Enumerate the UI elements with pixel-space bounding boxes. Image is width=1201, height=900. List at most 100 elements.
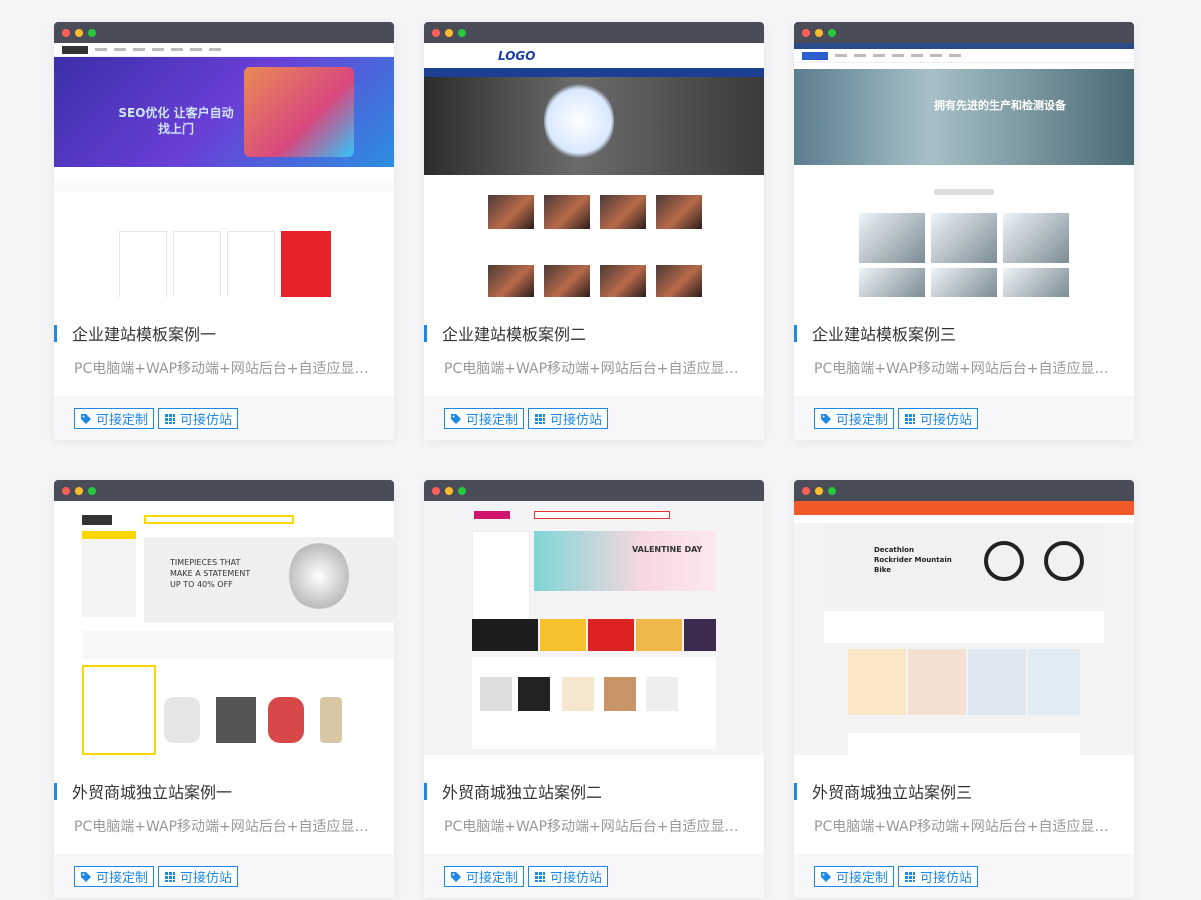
tag-label: 可接定制 [836, 413, 889, 428]
preview-headline: TIMEPIECES THAT MAKE A STATEMENT UP TO 4… [170, 558, 251, 589]
browser-bar [794, 22, 1134, 43]
minimize-dot-icon [445, 28, 453, 37]
title-accent-bar [794, 324, 797, 342]
grid-icon [164, 871, 176, 883]
close-dot-icon [62, 486, 70, 495]
maximize-dot-icon [828, 486, 836, 495]
preview-image[interactable]: LOGO [424, 43, 764, 297]
clone-tag-button[interactable]: 可接仿站 [158, 866, 239, 887]
close-dot-icon [802, 28, 810, 37]
clone-tag-button[interactable]: 可接仿站 [528, 866, 609, 887]
maximize-dot-icon [458, 486, 466, 495]
minimize-dot-icon [75, 486, 83, 495]
close-dot-icon [432, 28, 440, 37]
browser-bar [424, 22, 764, 43]
tag-label: 可接定制 [96, 413, 149, 428]
browser-bar [794, 480, 1134, 501]
maximize-dot-icon [88, 486, 96, 495]
case-title[interactable]: 企业建站模板案例二 [442, 321, 586, 345]
case-title[interactable]: 外贸商城独立站案例三 [812, 779, 972, 803]
case-card[interactable]: VALENTINE DAY 外贸商城独立站案例二 PC电脑端+WAP移动端+网站… [424, 480, 764, 898]
preview-image[interactable]: Decathlon Rockrider Mountain Bike [794, 501, 1134, 755]
custom-tag-button[interactable]: 可接定制 [814, 866, 895, 887]
preview-image[interactable]: TIMEPIECES THAT MAKE A STATEMENT UP TO 4… [54, 501, 394, 755]
title-accent-bar [54, 782, 57, 800]
tag-icon [820, 413, 832, 425]
preview-headline: 拥有先进的生产和检测设备 [934, 99, 1066, 112]
browser-bar [54, 480, 394, 501]
clone-tag-button[interactable]: 可接仿站 [898, 408, 979, 429]
tag-icon [80, 871, 92, 883]
close-dot-icon [432, 486, 440, 495]
minimize-dot-icon [815, 486, 823, 495]
tag-label: 可接仿站 [180, 871, 233, 886]
case-description: PC电脑端+WAP移动端+网站后台+自适应显示... [74, 819, 376, 835]
custom-tag-button[interactable]: 可接定制 [444, 408, 525, 429]
case-title[interactable]: 外贸商城独立站案例一 [72, 779, 232, 803]
preview-logo: LOGO [498, 49, 536, 63]
title-accent-bar [424, 782, 427, 800]
maximize-dot-icon [458, 28, 466, 37]
tag-strip: 可接定制 可接仿站 [794, 396, 1134, 440]
title-accent-bar [424, 324, 427, 342]
clone-tag-button[interactable]: 可接仿站 [528, 408, 609, 429]
browser-bar [424, 480, 764, 501]
tag-strip: 可接定制 可接仿站 [424, 854, 764, 898]
grid-icon [164, 413, 176, 425]
case-description: PC电脑端+WAP移动端+网站后台+自适应显示... [814, 361, 1116, 377]
close-dot-icon [802, 486, 810, 495]
tag-icon [450, 413, 462, 425]
tag-label: 可接定制 [466, 871, 519, 886]
tag-strip: 可接定制 可接仿站 [54, 396, 394, 440]
case-title[interactable]: 企业建站模板案例一 [72, 321, 216, 345]
tag-label: 可接仿站 [180, 413, 233, 428]
maximize-dot-icon [828, 28, 836, 37]
minimize-dot-icon [815, 28, 823, 37]
preview-headline: VALENTINE DAY [632, 545, 703, 554]
custom-tag-button[interactable]: 可接定制 [814, 408, 895, 429]
case-title[interactable]: 企业建站模板案例三 [812, 321, 956, 345]
browser-bar [54, 22, 394, 43]
preview-headline: Decathlon Rockrider Mountain Bike [874, 546, 952, 574]
case-card[interactable]: SEO优化 让客户自动找上门 企业建站模板案例一 PC电脑端+WAP移动端+网站… [54, 22, 394, 440]
minimize-dot-icon [75, 28, 83, 37]
close-dot-icon [62, 28, 70, 37]
title-accent-bar [54, 324, 57, 342]
minimize-dot-icon [445, 486, 453, 495]
case-card[interactable]: 拥有先进的生产和检测设备 企业建站模板案例三 PC电脑端+WAP移动端+网站后台… [794, 22, 1134, 440]
custom-tag-button[interactable]: 可接定制 [444, 866, 525, 887]
preview-headline: SEO优化 让客户自动找上门 [118, 106, 234, 136]
case-card[interactable]: LOGO 企业建站模板案例二 PC电脑端+WAP移动端+网站后台+自适应显示..… [424, 22, 764, 440]
custom-tag-button[interactable]: 可接定制 [74, 408, 155, 429]
tag-label: 可接仿站 [550, 413, 603, 428]
tag-label: 可接定制 [836, 871, 889, 886]
tag-strip: 可接定制 可接仿站 [424, 396, 764, 440]
tag-label: 可接定制 [466, 413, 519, 428]
tag-label: 可接仿站 [550, 871, 603, 886]
grid-icon [534, 871, 546, 883]
case-title[interactable]: 外贸商城独立站案例二 [442, 779, 602, 803]
custom-tag-button[interactable]: 可接定制 [74, 866, 155, 887]
preview-image[interactable]: SEO优化 让客户自动找上门 [54, 43, 394, 297]
tag-icon [820, 871, 832, 883]
tag-strip: 可接定制 可接仿站 [794, 854, 1134, 898]
clone-tag-button[interactable]: 可接仿站 [158, 408, 239, 429]
grid-icon [904, 413, 916, 425]
case-description: PC电脑端+WAP移动端+网站后台+自适应显示... [444, 361, 746, 377]
tag-label: 可接仿站 [920, 871, 973, 886]
tag-strip: 可接定制 可接仿站 [54, 854, 394, 898]
title-accent-bar [794, 782, 797, 800]
case-card[interactable]: Decathlon Rockrider Mountain Bike 外贸商城独立… [794, 480, 1134, 898]
grid-icon [534, 413, 546, 425]
preview-image[interactable]: VALENTINE DAY [424, 501, 764, 755]
clone-tag-button[interactable]: 可接仿站 [898, 866, 979, 887]
tag-label: 可接仿站 [920, 413, 973, 428]
case-description: PC电脑端+WAP移动端+网站后台+自适应显示... [74, 361, 376, 377]
tag-icon [80, 413, 92, 425]
case-card[interactable]: TIMEPIECES THAT MAKE A STATEMENT UP TO 4… [54, 480, 394, 898]
maximize-dot-icon [88, 28, 96, 37]
case-description: PC电脑端+WAP移动端+网站后台+自适应显示... [444, 819, 746, 835]
tag-icon [450, 871, 462, 883]
tag-label: 可接定制 [96, 871, 149, 886]
preview-image[interactable]: 拥有先进的生产和检测设备 [794, 43, 1134, 297]
